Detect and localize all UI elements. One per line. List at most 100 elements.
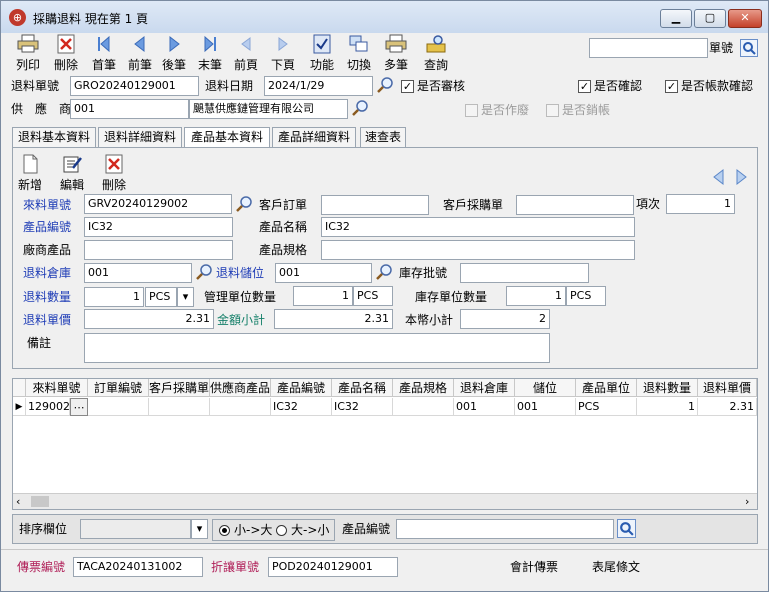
- grid-header[interactable]: 來料單號: [26, 379, 88, 397]
- lot-field[interactable]: [460, 263, 589, 283]
- chevron-down-icon[interactable]: ▾: [177, 287, 194, 307]
- prev-record-icon[interactable]: [710, 168, 728, 186]
- supplier-code-field[interactable]: 001: [70, 99, 189, 119]
- sort-asc-radio[interactable]: [219, 525, 230, 536]
- grid-header[interactable]: 退料數量: [637, 379, 698, 397]
- footer-text-button[interactable]: 表尾條文: [592, 557, 640, 577]
- grid-header[interactable]: 客戶採購單: [149, 379, 210, 397]
- scrollbar-thumb[interactable]: [31, 496, 49, 507]
- delete-row-button[interactable]: 刪除: [97, 153, 131, 192]
- account-confirmed-checkbox[interactable]: ✓: [665, 80, 678, 93]
- table-cell[interactable]: 129002: [26, 398, 70, 416]
- add-button[interactable]: 新增: [13, 153, 47, 192]
- closed-checkbox[interactable]: [546, 104, 559, 117]
- grid-header[interactable]: 訂單編號: [88, 379, 149, 397]
- mgmt-qty-field[interactable]: 1: [293, 286, 353, 306]
- confirmed-checkbox[interactable]: ✓: [578, 80, 591, 93]
- search-icon[interactable]: [740, 39, 758, 57]
- qty-field[interactable]: 1: [84, 287, 144, 307]
- item-no-field[interactable]: 1: [666, 194, 735, 214]
- table-cell[interactable]: PCS: [576, 398, 637, 416]
- source-lookup-icon[interactable]: [235, 195, 253, 213]
- toolbar-switch-button[interactable]: 切換: [342, 33, 376, 72]
- date-lookup-icon[interactable]: [376, 76, 394, 94]
- sort-desc-radio[interactable]: [276, 525, 287, 536]
- toolbar-prev-button[interactable]: 前筆: [123, 33, 157, 72]
- amount-field[interactable]: 2.31: [274, 309, 393, 329]
- vendor-product-field[interactable]: [84, 240, 233, 260]
- return-date-field[interactable]: 2024/1/29: [264, 76, 373, 96]
- toolbar-query-button[interactable]: 查詢: [419, 33, 453, 72]
- customer-po-field[interactable]: [516, 195, 634, 215]
- toolbar-last-button[interactable]: 末筆: [193, 33, 227, 72]
- customer-order-field[interactable]: [321, 195, 429, 215]
- price-field[interactable]: 2.31: [84, 309, 214, 329]
- qty-unit-select[interactable]: PCS: [145, 287, 177, 307]
- tab-return-detail[interactable]: 退料詳細資料: [98, 127, 182, 148]
- scroll-right-icon[interactable]: ›: [745, 495, 749, 508]
- toolbar-next-page-button[interactable]: 下頁: [266, 33, 300, 72]
- voided-checkbox[interactable]: [465, 104, 478, 117]
- edit-button[interactable]: 編輯: [55, 153, 89, 192]
- note-field[interactable]: [84, 333, 550, 363]
- toolbar-first-button[interactable]: 首筆: [87, 33, 121, 72]
- toolbar-search-input[interactable]: [589, 38, 708, 58]
- toolbar-delete-button[interactable]: 刪除: [49, 33, 83, 72]
- table-cell[interactable]: [210, 398, 271, 416]
- discount-no-field[interactable]: POD20240129001: [268, 557, 398, 577]
- search-icon[interactable]: [617, 519, 636, 538]
- grid-header[interactable]: 儲位: [515, 379, 576, 397]
- warehouse-field[interactable]: 001: [84, 263, 192, 283]
- toolbar-next-button[interactable]: 後筆: [157, 33, 191, 72]
- location-lookup-icon[interactable]: [375, 263, 393, 281]
- grid-header[interactable]: 產品規格: [393, 379, 454, 397]
- scroll-left-icon[interactable]: ‹: [16, 495, 20, 508]
- minimize-button[interactable]: ▁: [660, 9, 692, 28]
- toolbar-function-button[interactable]: 功能: [305, 33, 339, 72]
- grid-header[interactable]: 產品單位: [576, 379, 637, 397]
- maximize-button[interactable]: ▢: [694, 9, 726, 28]
- table-cell[interactable]: 1: [637, 398, 698, 416]
- chevron-down-icon[interactable]: ▾: [191, 519, 208, 539]
- toolbar-print-button[interactable]: 列印: [11, 33, 45, 72]
- grid-header[interactable]: 供應商產品: [210, 379, 271, 397]
- table-cell[interactable]: 2.31: [698, 398, 757, 416]
- location-field[interactable]: 001: [275, 263, 372, 283]
- filter-input[interactable]: [396, 519, 614, 539]
- warehouse-lookup-icon[interactable]: [195, 263, 213, 281]
- tab-quick-lookup[interactable]: 速查表: [360, 127, 406, 148]
- tab-product-basic[interactable]: 產品基本資料: [184, 127, 270, 148]
- source-no-field[interactable]: GRV20240129002: [84, 194, 232, 214]
- next-record-icon[interactable]: [732, 168, 750, 186]
- product-name-field[interactable]: IC32: [321, 217, 635, 237]
- table-cell[interactable]: IC32: [271, 398, 332, 416]
- grid-header[interactable]: 退料倉庫: [454, 379, 515, 397]
- table-cell[interactable]: [149, 398, 210, 416]
- stock-unit-field[interactable]: PCS: [566, 286, 606, 306]
- tab-product-detail[interactable]: 產品詳細資料: [272, 127, 356, 148]
- mgmt-unit-field[interactable]: PCS: [353, 286, 393, 306]
- ellipsis-button[interactable]: ⋯: [70, 398, 88, 416]
- grid-header[interactable]: 產品名稱: [332, 379, 393, 397]
- tab-return-basic[interactable]: 退料基本資料: [12, 127, 96, 148]
- accounting-voucher-button[interactable]: 會計傳票: [510, 557, 558, 577]
- product-spec-field[interactable]: [321, 240, 635, 260]
- table-cell[interactable]: IC32: [332, 398, 393, 416]
- grid-header[interactable]: 產品編號: [271, 379, 332, 397]
- invoice-no-field[interactable]: TACA20240131002: [73, 557, 203, 577]
- reviewed-checkbox[interactable]: ✓: [401, 80, 414, 93]
- table-cell[interactable]: 001: [515, 398, 576, 416]
- horizontal-scrollbar[interactable]: ‹ ›: [13, 493, 757, 509]
- sort-field-select[interactable]: [80, 519, 191, 539]
- table-cell[interactable]: [88, 398, 149, 416]
- close-button[interactable]: ✕: [728, 9, 762, 28]
- table-cell[interactable]: 001: [454, 398, 515, 416]
- stock-qty-field[interactable]: 1: [506, 286, 566, 306]
- grid-header[interactable]: 退料單價: [698, 379, 757, 397]
- local-amount-field[interactable]: 2: [460, 309, 550, 329]
- product-code-field[interactable]: IC32: [84, 217, 233, 237]
- toolbar-prev-page-button[interactable]: 前頁: [229, 33, 263, 72]
- toolbar-multi-button[interactable]: 多筆: [379, 33, 413, 72]
- return-no-field[interactable]: GRO20240129001: [70, 76, 199, 96]
- table-cell[interactable]: [393, 398, 454, 416]
